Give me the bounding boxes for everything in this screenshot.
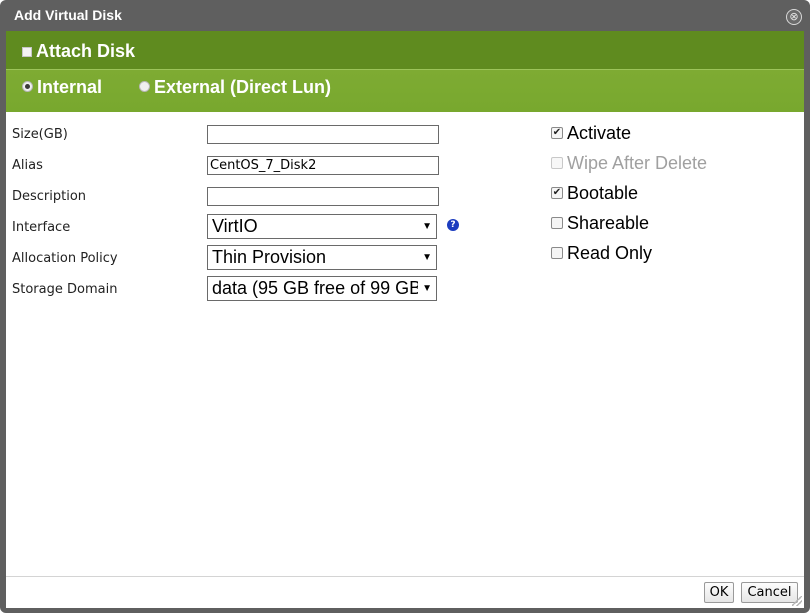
- cancel-button[interactable]: Cancel: [741, 582, 798, 603]
- interface-select[interactable]: VirtIO ▼: [207, 214, 437, 239]
- wipe-after-delete-checkbox[interactable]: [551, 157, 563, 169]
- help-icon[interactable]: ?: [447, 219, 459, 231]
- size-label: Size(GB): [12, 127, 68, 142]
- option-bootable[interactable]: ✔ Bootable: [551, 182, 638, 204]
- disk-source-header: Attach Disk Internal External (Direct Lu…: [6, 31, 804, 112]
- alias-input[interactable]: CentOS_7_Disk2: [207, 156, 439, 175]
- description-label: Description: [12, 189, 87, 204]
- radio-internal-button[interactable]: [22, 80, 33, 92]
- ok-button[interactable]: OK: [704, 582, 734, 603]
- close-icon[interactable]: ⊗: [786, 9, 802, 25]
- option-wipe-after-delete[interactable]: Wipe After Delete: [551, 152, 707, 174]
- dialog-content: Attach Disk Internal External (Direct Lu…: [6, 31, 804, 608]
- allocation-policy-select[interactable]: Thin Provision ▼: [207, 245, 437, 270]
- add-virtual-disk-dialog: Add Virtual Disk ⊗ Attach Disk Internal …: [0, 0, 810, 613]
- interface-label: Interface: [12, 220, 71, 235]
- wipe-after-delete-label: Wipe After Delete: [567, 152, 708, 173]
- option-read-only[interactable]: Read Only: [551, 242, 652, 264]
- dialog-title: Add Virtual Disk: [14, 7, 122, 23]
- storage-domain-label: Storage Domain: [12, 282, 118, 297]
- chevron-down-icon: ▼: [422, 252, 432, 263]
- read-only-checkbox[interactable]: [551, 247, 563, 259]
- storage-domain-select[interactable]: data (95 GB free of 99 GB) ▼: [207, 276, 437, 301]
- alias-label: Alias: [12, 158, 43, 173]
- bootable-label: Bootable: [567, 182, 639, 203]
- radio-internal[interactable]: Internal: [22, 75, 102, 99]
- shareable-checkbox[interactable]: [551, 217, 563, 229]
- description-input[interactable]: [207, 187, 439, 206]
- storage-domain-value: data (95 GB free of 99 GB): [212, 278, 418, 298]
- attach-disk-label: Attach Disk: [36, 40, 136, 61]
- shareable-label: Shareable: [567, 212, 650, 233]
- bootable-checkbox[interactable]: ✔: [551, 187, 563, 199]
- activate-checkbox[interactable]: ✔: [551, 127, 563, 139]
- chevron-down-icon: ▼: [422, 221, 432, 232]
- resize-grip[interactable]: [792, 596, 802, 606]
- radio-external-label: External (Direct Lun): [154, 76, 332, 97]
- radio-internal-label: Internal: [37, 76, 103, 97]
- attach-disk-toggle[interactable]: Attach Disk: [22, 40, 135, 62]
- allocation-policy-label: Allocation Policy: [12, 251, 118, 266]
- header-divider: [6, 69, 804, 70]
- allocation-policy-value: Thin Provision: [212, 247, 327, 267]
- chevron-down-icon: ▼: [422, 283, 432, 294]
- radio-external[interactable]: External (Direct Lun): [139, 75, 331, 99]
- activate-label: Activate: [567, 122, 632, 143]
- size-input[interactable]: [207, 125, 439, 144]
- option-activate[interactable]: ✔ Activate: [551, 122, 631, 144]
- radio-external-button[interactable]: [139, 80, 150, 92]
- dialog-titlebar[interactable]: Add Virtual Disk ⊗: [0, 0, 810, 31]
- footer-divider: [6, 576, 804, 577]
- read-only-label: Read Only: [567, 242, 653, 263]
- option-shareable[interactable]: Shareable: [551, 212, 649, 234]
- attach-disk-checkbox[interactable]: [22, 46, 32, 57]
- interface-select-value: VirtIO: [212, 216, 258, 236]
